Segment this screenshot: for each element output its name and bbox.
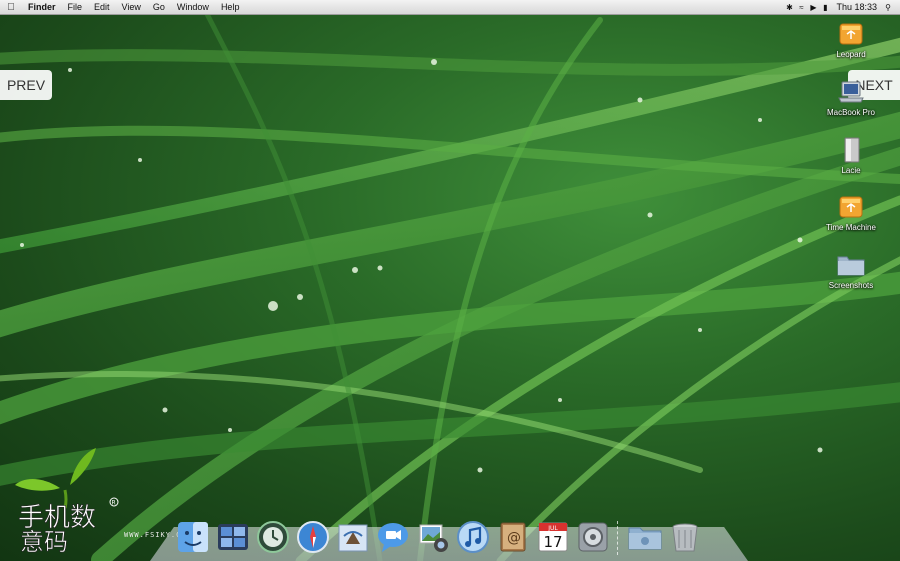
desktop-icon-macbook-pro[interactable]: MacBook Pro	[819, 78, 883, 117]
dock-separator	[617, 521, 621, 555]
desktop-icon-screenshots[interactable]: Screenshots	[819, 251, 883, 290]
menu-help[interactable]: Help	[215, 0, 246, 15]
menu-clock[interactable]: Thu 18:33	[831, 0, 882, 15]
mail-icon	[338, 524, 368, 552]
svg-text:@: @	[507, 530, 521, 546]
ichat-icon	[378, 523, 408, 552]
folder-icon	[837, 256, 865, 276]
dock-item-address-book[interactable]: @	[495, 519, 531, 555]
prev-button[interactable]: PREV	[0, 70, 52, 100]
dock-item-iphoto[interactable]	[415, 519, 451, 555]
menu-go[interactable]: Go	[147, 0, 171, 15]
calendar-month: JUL	[547, 525, 558, 532]
desktop-icon-label: Screenshots	[828, 281, 874, 290]
apple-menu-icon[interactable]: 	[0, 2, 22, 13]
dock-item-itunes[interactable]	[455, 519, 491, 555]
external-drive-orange-icon	[839, 23, 863, 45]
desktop-icon-label: MacBook Pro	[826, 108, 876, 117]
desktop-icon-leopard[interactable]: Leopard	[819, 20, 883, 59]
finder-icon	[178, 522, 208, 552]
trash-icon	[672, 523, 698, 552]
bluetooth-icon[interactable]: ✱	[783, 3, 795, 12]
menu-bar:  Finder File Edit View Go Window Help ✱…	[0, 0, 900, 15]
menu-edit[interactable]: Edit	[88, 0, 116, 15]
dock-item-system-preferences[interactable]	[575, 519, 611, 555]
svg-text:R: R	[112, 500, 116, 507]
laptop-drive-icon	[838, 81, 864, 103]
desktop-icon-label: Lacie	[841, 166, 861, 175]
site-logo: 手机数 意码 R	[15, 448, 119, 555]
menu-window[interactable]: Window	[171, 0, 215, 15]
dock-item-ichat[interactable]	[375, 519, 411, 555]
folder-stack-icon	[628, 527, 662, 550]
desktop:  Finder File Edit View Go Window Help ✱…	[0, 0, 900, 561]
volume-icon[interactable]: ▶	[807, 3, 819, 12]
time-machine-icon	[257, 521, 289, 553]
desktop-icon-label: Leopard	[836, 50, 866, 59]
dock-item-ical[interactable]: JUL 17	[535, 519, 571, 555]
address-book-icon: @	[500, 522, 526, 552]
desktop-icon-lacie[interactable]: Lacie	[819, 136, 883, 175]
svg-text:意码: 意码	[20, 528, 68, 555]
itunes-icon	[457, 521, 489, 553]
dashboard-icon	[218, 524, 248, 550]
calendar-icon: JUL 17	[538, 522, 568, 552]
menu-app-finder[interactable]: Finder	[22, 0, 62, 15]
calendar-day: 17	[543, 533, 562, 551]
dock-item-trash[interactable]	[667, 519, 703, 555]
spotlight-search-icon[interactable]: ⚲	[882, 3, 894, 12]
external-drive-gray-icon	[844, 137, 860, 163]
dock-item-time-machine[interactable]	[255, 519, 291, 555]
safari-icon	[297, 521, 329, 553]
wifi-icon[interactable]: ≈	[795, 3, 807, 12]
menu-view[interactable]: View	[116, 0, 147, 15]
dock-item-documents-stack[interactable]	[627, 519, 663, 555]
dock-item-safari[interactable]	[295, 519, 331, 555]
battery-icon[interactable]: ▮	[819, 3, 831, 12]
dock-item-mail[interactable]	[335, 519, 371, 555]
iphoto-icon	[419, 524, 448, 552]
external-drive-orange-icon	[839, 196, 863, 218]
dock: @ JUL 17	[175, 509, 735, 555]
grass-wallpaper	[0, 0, 900, 561]
desktop-icon-label: Time Machine	[826, 223, 876, 232]
menu-file[interactable]: File	[62, 0, 89, 15]
system-preferences-icon	[578, 522, 608, 552]
desktop-icon-time-machine[interactable]: Time Machine	[819, 193, 883, 232]
dock-item-dashboard[interactable]	[215, 519, 251, 555]
dock-item-finder[interactable]	[175, 519, 211, 555]
